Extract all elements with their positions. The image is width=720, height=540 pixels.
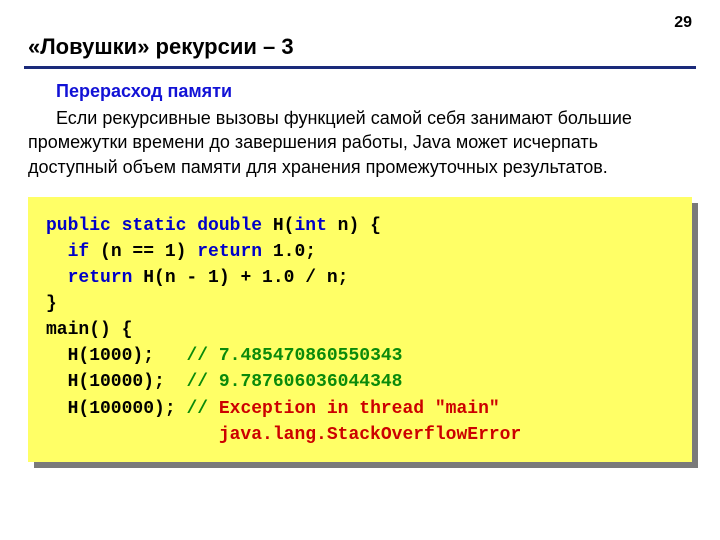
page-number: 29 [674, 14, 692, 32]
body-paragraph: Если рекурсивные вызовы функцией самой с… [0, 106, 720, 179]
code-text: H(100000); [46, 399, 186, 419]
code-text: H( [262, 216, 294, 236]
code-text [46, 242, 68, 262]
code-text [46, 268, 68, 288]
kw-return: return [68, 268, 133, 288]
kw-if: if [68, 242, 90, 262]
code-error: java.lang.StackOverflowError [219, 425, 521, 445]
code-text: 1.0; [262, 242, 316, 262]
kw-int: int [294, 216, 326, 236]
code-comment: // 9.787606036044348 [186, 372, 402, 392]
code-text: main() { [46, 320, 132, 340]
code-text: H(10000); [46, 372, 186, 392]
code-block: public static double H(int n) { if (n ==… [28, 197, 692, 462]
slide-title: «Ловушки» рекурсии – 3 [0, 0, 720, 66]
kw-double: double [197, 216, 262, 236]
kw-public: public [46, 216, 111, 236]
code-error: Exception in thread "main" [219, 399, 500, 419]
code-text [46, 425, 219, 445]
code-comment: // [186, 399, 218, 419]
code-text: n) { [327, 216, 381, 236]
code-text: H(n - 1) + 1.0 / n; [132, 268, 348, 288]
kw-return: return [197, 242, 262, 262]
section-subheading: Перерасход памяти [0, 81, 720, 106]
code-content: public static double H(int n) { if (n ==… [28, 197, 692, 462]
code-text: (n == 1) [89, 242, 197, 262]
code-text: } [46, 294, 57, 314]
code-comment: // 7.485470860550343 [186, 346, 402, 366]
code-text: H(1000); [46, 346, 186, 366]
kw-static: static [122, 216, 187, 236]
title-underline [24, 66, 696, 69]
